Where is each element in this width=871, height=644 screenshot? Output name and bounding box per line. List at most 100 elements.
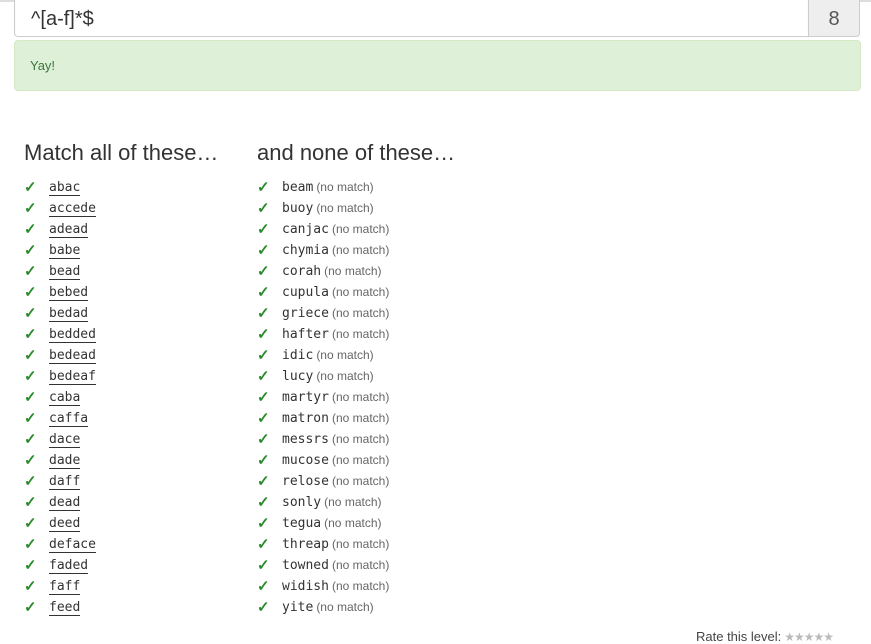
- nomatch-word: cupula: [282, 285, 329, 300]
- nomatch-word: buoy: [282, 201, 314, 216]
- check-icon: ✓: [257, 599, 270, 616]
- rating-widget: Rate this level: ★★★★★: [696, 629, 834, 644]
- no-match-note: (no match): [331, 537, 390, 551]
- list-item: ✓ mucose (no match): [257, 450, 389, 471]
- match-word[interactable]: dace: [49, 432, 81, 448]
- match-word[interactable]: babe: [49, 243, 81, 259]
- list-item: ✓ matron (no match): [257, 408, 389, 429]
- nomatch-word: griece: [282, 306, 329, 321]
- list-item: ✓ deed: [24, 513, 96, 534]
- nomatch-word: tegua: [282, 516, 322, 531]
- check-icon: ✓: [257, 326, 270, 343]
- nomatch-word: martyr: [282, 390, 329, 405]
- nomatch-word: threap: [282, 537, 329, 552]
- match-word[interactable]: deface: [49, 537, 96, 553]
- check-icon: ✓: [24, 347, 37, 364]
- no-match-note: (no match): [331, 432, 390, 446]
- nomatch-word: messrs: [282, 432, 329, 447]
- list-item: ✓ abac: [24, 177, 96, 198]
- match-word[interactable]: dead: [49, 495, 81, 511]
- match-word[interactable]: adead: [49, 222, 89, 238]
- match-word[interactable]: caba: [49, 390, 81, 406]
- list-item: ✓ bedad: [24, 303, 96, 324]
- no-match-note: (no match): [324, 495, 382, 509]
- check-icon: ✓: [24, 494, 37, 511]
- list-item: ✓ accede: [24, 198, 96, 219]
- check-icon: ✓: [24, 221, 37, 238]
- check-icon: ✓: [24, 179, 37, 196]
- nomatch-word: sonly: [282, 495, 322, 510]
- nomatch-word: towned: [282, 558, 329, 573]
- list-item: ✓ cupula (no match): [257, 282, 389, 303]
- check-icon: ✓: [24, 515, 37, 532]
- list-item: ✓ bebed: [24, 282, 96, 303]
- list-item: ✓ beam (no match): [257, 177, 389, 198]
- match-word[interactable]: accede: [49, 201, 96, 217]
- nomatch-word: widish: [282, 579, 329, 594]
- match-word[interactable]: dade: [49, 453, 81, 469]
- match-word[interactable]: daff: [49, 474, 81, 490]
- list-item: ✓ caba: [24, 387, 96, 408]
- list-item: ✓ griece (no match): [257, 303, 389, 324]
- match-word[interactable]: abac: [49, 180, 81, 196]
- check-icon: ✓: [24, 578, 37, 595]
- check-icon: ✓: [257, 536, 270, 553]
- nomatch-word: hafter: [282, 327, 329, 342]
- match-word[interactable]: bedeaf: [49, 369, 96, 385]
- regex-input[interactable]: [14, 0, 808, 37]
- list-item: ✓ babe: [24, 240, 96, 261]
- check-icon: ✓: [257, 242, 270, 259]
- match-word[interactable]: feed: [49, 600, 81, 616]
- nomatch-word: canjac: [282, 222, 329, 237]
- match-word[interactable]: caffa: [49, 411, 89, 427]
- no-match-note: (no match): [331, 285, 390, 299]
- match-word[interactable]: bedded: [49, 327, 96, 343]
- nomatch-word: lucy: [282, 369, 314, 384]
- no-match-note: (no match): [331, 411, 390, 425]
- check-icon: ✓: [257, 473, 270, 490]
- list-item: ✓ bedded: [24, 324, 96, 345]
- star-rating-icon[interactable]: ★★★★★: [784, 630, 834, 644]
- check-icon: ✓: [24, 410, 37, 427]
- list-item: ✓ towned (no match): [257, 555, 389, 576]
- check-icon: ✓: [257, 221, 270, 238]
- list-item: ✓ daff: [24, 471, 96, 492]
- check-icon: ✓: [257, 578, 270, 595]
- match-word[interactable]: faded: [49, 558, 89, 574]
- list-item: ✓ yite (no match): [257, 597, 389, 618]
- list-item: ✓ martyr (no match): [257, 387, 389, 408]
- check-icon: ✓: [24, 200, 37, 217]
- check-icon: ✓: [257, 368, 270, 385]
- list-item: ✓ chymia (no match): [257, 240, 389, 261]
- match-word[interactable]: bead: [49, 264, 81, 280]
- match-word[interactable]: bedad: [49, 306, 89, 322]
- nomatch-word: idic: [282, 348, 314, 363]
- match-word[interactable]: deed: [49, 516, 81, 532]
- check-icon: ✓: [257, 200, 270, 217]
- match-word[interactable]: bedead: [49, 348, 96, 364]
- nomatch-word: mucose: [282, 453, 329, 468]
- nomatch-word: yite: [282, 600, 314, 615]
- check-icon: ✓: [24, 242, 37, 259]
- list-item: ✓ relose (no match): [257, 471, 389, 492]
- match-heading: Match all of these…: [24, 140, 219, 165]
- check-icon: ✓: [24, 368, 37, 385]
- check-icon: ✓: [24, 326, 37, 343]
- check-icon: ✓: [257, 263, 270, 280]
- check-icon: ✓: [24, 431, 37, 448]
- check-icon: ✓: [24, 263, 37, 280]
- no-match-note: (no match): [331, 243, 390, 257]
- no-match-note: (no match): [331, 558, 390, 572]
- check-icon: ✓: [24, 473, 37, 490]
- check-icon: ✓: [257, 494, 270, 511]
- list-item: ✓ corah (no match): [257, 261, 389, 282]
- nomatch-word: beam: [282, 180, 314, 195]
- list-item: ✓ faded: [24, 555, 96, 576]
- check-icon: ✓: [24, 284, 37, 301]
- nomatch-list: ✓ beam (no match) ✓ buoy (no match) ✓ canjac(…: [257, 177, 389, 618]
- rating-label: Rate this level:: [696, 629, 782, 644]
- list-item: ✓ buoy (no match): [257, 198, 389, 219]
- nomatch-heading: and none of these…: [257, 140, 456, 165]
- match-word[interactable]: faff: [49, 579, 81, 595]
- match-word[interactable]: bebed: [49, 285, 89, 301]
